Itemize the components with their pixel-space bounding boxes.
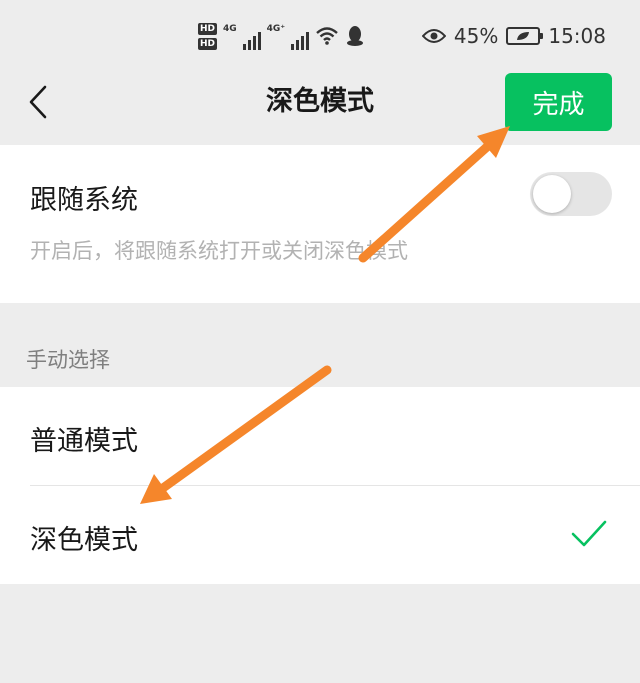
nav-bar: 深色模式 完成	[0, 70, 640, 144]
hd-stack: HD HD	[198, 22, 218, 50]
mode-options-list: 普通模式 深色模式	[0, 387, 640, 584]
follow-system-toggle[interactable]	[530, 172, 612, 216]
leaf-icon	[517, 32, 530, 40]
toggle-knob	[533, 175, 571, 213]
eye-icon	[421, 29, 446, 43]
status-bar: HD HD 4G 4G⁺ 45% 15:08	[0, 0, 640, 70]
wifi-icon	[316, 27, 338, 45]
option-label: 深色模式	[30, 525, 138, 556]
signal-icon-2	[291, 30, 310, 50]
option-dark-mode[interactable]: 深色模式	[0, 486, 640, 584]
clock: 15:08	[548, 24, 606, 48]
network-type-2: 4G⁺	[266, 24, 286, 34]
hd-badge-1: HD	[198, 22, 218, 35]
status-left: HD HD 4G 4G⁺	[198, 18, 365, 54]
hd-badge-2: HD	[198, 37, 218, 50]
battery-percent: 45%	[453, 24, 499, 48]
battery-icon	[506, 27, 544, 45]
follow-system-label: 跟随系统	[30, 185, 138, 216]
qq-icon	[347, 26, 364, 46]
signal-icon	[242, 30, 261, 50]
option-normal-mode[interactable]: 普通模式	[0, 387, 640, 486]
network-type-1: 4G	[223, 24, 237, 34]
status-right: 45% 15:08	[421, 22, 606, 50]
option-label: 普通模式	[30, 426, 138, 457]
manual-select-header: 手动选择	[26, 348, 110, 372]
follow-system-description: 开启后，将跟随系统打开或关闭深色模式	[30, 239, 408, 263]
follow-system-section: 跟随系统 开启后，将跟随系统打开或关闭深色模式	[0, 145, 640, 303]
done-button[interactable]: 完成	[505, 73, 612, 131]
checkmark-icon	[571, 520, 607, 547]
